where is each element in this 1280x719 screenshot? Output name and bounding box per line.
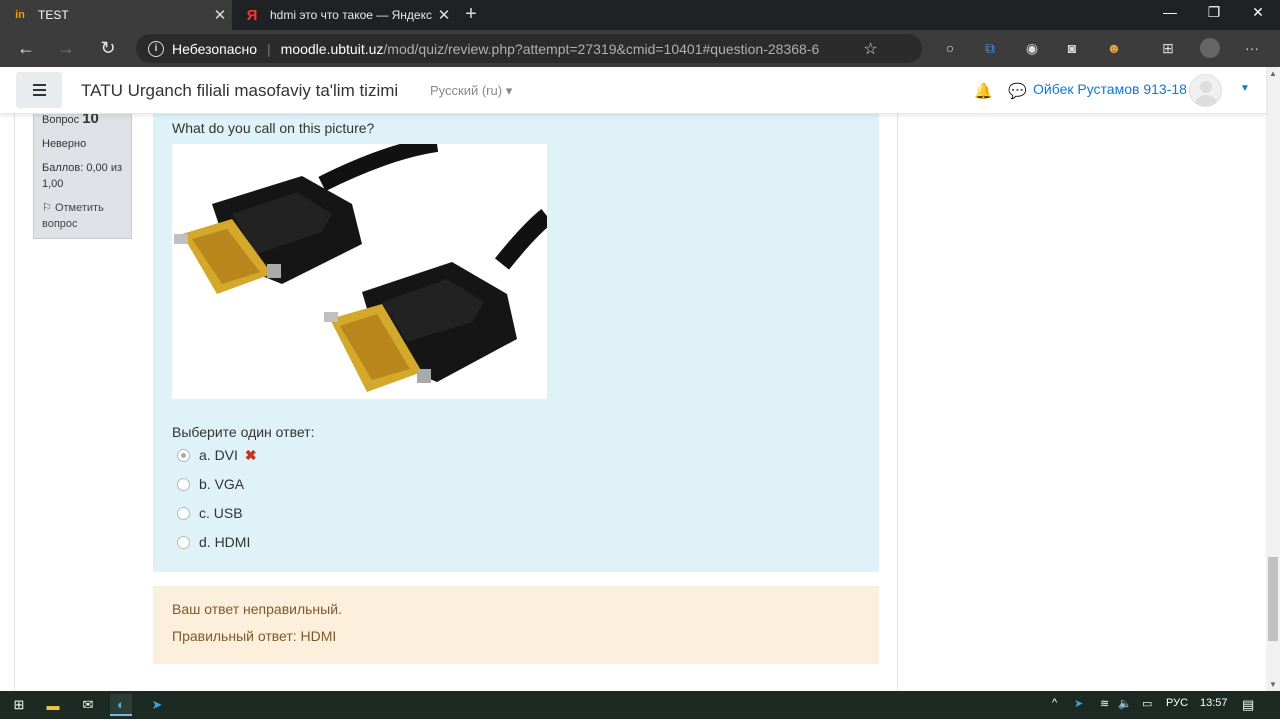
camera-extension-icon[interactable]: ◙	[1062, 38, 1082, 58]
outcome-feedback: Ваш ответ неправильный. Правильный ответ…	[153, 586, 879, 664]
url-path: /mod/quiz/review.php?attempt=27319&cmid=…	[383, 40, 820, 57]
close-window-icon[interactable]: ✕	[1236, 0, 1280, 30]
question-image	[172, 136, 553, 399]
feedback-status: Ваш ответ неправильный.	[172, 601, 342, 617]
answer-option-a[interactable]: a. DVI ✖	[177, 446, 257, 464]
reload-icon[interactable]: ↻	[94, 34, 122, 62]
flag-label: вопрос	[42, 218, 78, 230]
back-icon[interactable]: ←	[12, 34, 40, 62]
hamburger-icon	[32, 89, 46, 91]
volume-icon[interactable]: 🔈	[1118, 697, 1132, 710]
tray-chevron-icon[interactable]: ^	[1052, 697, 1057, 709]
security-label: Небезопасно	[172, 40, 258, 57]
telegram-tray-icon[interactable]: ➤	[1074, 697, 1083, 710]
correct-answer: Правильный ответ: HDMI	[172, 628, 337, 644]
windows-taskbar: ⊞ ▬ ✉ ◐ ➤ ^ ➤ ≋ 🔈 ▭ РУС 13:57 ▤	[0, 691, 1280, 719]
tab-title: TEST	[38, 8, 69, 22]
flag-label: Отметить	[54, 202, 104, 214]
edge-icon[interactable]: ◐	[110, 694, 132, 716]
notifications-icon[interactable]: ▤	[1242, 697, 1254, 713]
network-icon[interactable]: ≋	[1100, 697, 1109, 710]
language-label: Русский (ru)	[430, 83, 503, 98]
input-language[interactable]: РУС	[1166, 697, 1188, 709]
url-host: moodle.ubtuit.uz	[280, 40, 384, 57]
yandex-favicon-icon: Я	[246, 6, 258, 24]
page-content: Вопрос 10 Неверно Баллов: 0,00 из 1,00 ⚐ …	[0, 114, 1266, 691]
tab-favicon-icon: in	[15, 9, 25, 21]
collections-icon[interactable]: ⊞	[1158, 38, 1178, 58]
answer-prompt: Выберите один ответ:	[172, 424, 315, 440]
answer-option-d[interactable]: d. HDMI	[177, 533, 250, 551]
swirl-extension-icon[interactable]: ◉	[1022, 38, 1042, 58]
tab-title: hdmi это что такое — Яндекс: н	[270, 8, 432, 22]
grade-value: 1,00	[42, 178, 64, 190]
site-header: TATU Urganch filiali masofaviy ta'lim ti…	[0, 67, 1266, 114]
tab-close-icon[interactable]: ✕	[208, 6, 232, 24]
star-icon[interactable]: ☆	[863, 39, 877, 59]
grade-line: Баллов: 0,00 из	[42, 162, 123, 174]
chat-icon[interactable]: 💬	[1008, 82, 1027, 100]
crop-extension-icon[interactable]: ⧉	[980, 38, 1000, 58]
circle-extension-icon[interactable]: ○	[940, 38, 960, 58]
user-menu-caret-icon[interactable]: ▼	[1240, 83, 1250, 94]
site-name[interactable]: TATU Urganch filiali masofaviy ta'lim ti…	[81, 81, 398, 101]
telegram-icon[interactable]: ➤	[146, 694, 168, 716]
user-name[interactable]: Ойбек Рустамов 913-18	[1033, 81, 1187, 97]
profile-avatar-icon[interactable]	[1200, 38, 1220, 58]
tab-test[interactable]: in TEST ✕	[0, 0, 232, 30]
battery-icon[interactable]: ▭	[1142, 697, 1152, 710]
avatar[interactable]	[1189, 74, 1222, 107]
nav-drawer-toggle[interactable]	[16, 72, 62, 108]
tab-yandex[interactable]: Я hdmi это что такое — Яндекс: н ✕	[232, 0, 456, 30]
scroll-up-icon[interactable]: ▲	[1269, 69, 1277, 78]
radio-d[interactable]	[177, 535, 190, 549]
radio-a[interactable]	[177, 448, 190, 462]
browser-tab-strip: in TEST ✕ Я hdmi это что такое — Яндекс:…	[0, 0, 1280, 30]
browser-toolbar: ← → ↻ i Небезопасно | moodle.ubtuit.uz /…	[0, 30, 1280, 67]
question-formulation: What do you call on this picture? Выбери…	[153, 114, 879, 572]
tab-close-icon[interactable]: ✕	[432, 6, 456, 24]
scroll-down-icon[interactable]: ▼	[1269, 680, 1277, 689]
answer-option-c[interactable]: c. USB	[177, 504, 243, 522]
radio-b[interactable]	[177, 477, 190, 491]
forward-icon[interactable]: →	[52, 34, 80, 62]
new-tab-icon[interactable]: +	[460, 3, 482, 25]
face-extension-icon[interactable]: ☻	[1104, 38, 1124, 58]
answer-label: c. USB	[199, 505, 243, 521]
flag-icon: ⚐	[42, 202, 52, 214]
minimize-icon[interactable]: —	[1148, 0, 1192, 30]
bell-icon[interactable]: 🔔	[974, 82, 993, 100]
separator: |	[267, 40, 271, 57]
page-scrollbar[interactable]: ▲ ▼	[1266, 67, 1280, 691]
mail-icon[interactable]: ✉	[77, 694, 99, 716]
answer-label: d. HDMI	[199, 534, 251, 550]
divider	[14, 114, 15, 691]
answer-option-b[interactable]: b. VGA	[177, 475, 244, 493]
info-icon[interactable]: i	[148, 40, 164, 57]
scroll-thumb[interactable]	[1268, 557, 1278, 641]
radio-c[interactable]	[177, 506, 190, 520]
question-number: 10	[82, 114, 99, 127]
answer-label: b. VGA	[199, 476, 245, 492]
caret-down-icon: ▾	[505, 83, 513, 98]
question-label: Вопрос	[42, 114, 80, 126]
dvi-cable-image	[174, 136, 553, 392]
question-text: What do you call on this picture?	[172, 120, 375, 136]
clock[interactable]: 13:57	[1200, 697, 1228, 709]
address-bar[interactable]: i Небезопасно | moodle.ubtuit.uz /mod/qu…	[136, 34, 922, 63]
answer-label: a. DVI	[199, 447, 238, 463]
language-menu[interactable]: Русский (ru) ▾	[430, 83, 512, 99]
incorrect-icon: ✖	[244, 446, 257, 463]
flag-question-button[interactable]: ⚐ Отметить вопрос	[42, 200, 123, 232]
folder-icon[interactable]: ▬	[42, 694, 64, 716]
divider	[897, 114, 898, 691]
more-menu-icon[interactable]: ···	[1242, 38, 1262, 58]
restore-icon[interactable]: ❐	[1192, 0, 1236, 30]
windows-icon[interactable]: ⊞	[8, 694, 30, 716]
question-info-panel: Вопрос 10 Неверно Баллов: 0,00 из 1,00 ⚐ …	[33, 114, 132, 239]
question-state: Неверно	[42, 138, 87, 150]
